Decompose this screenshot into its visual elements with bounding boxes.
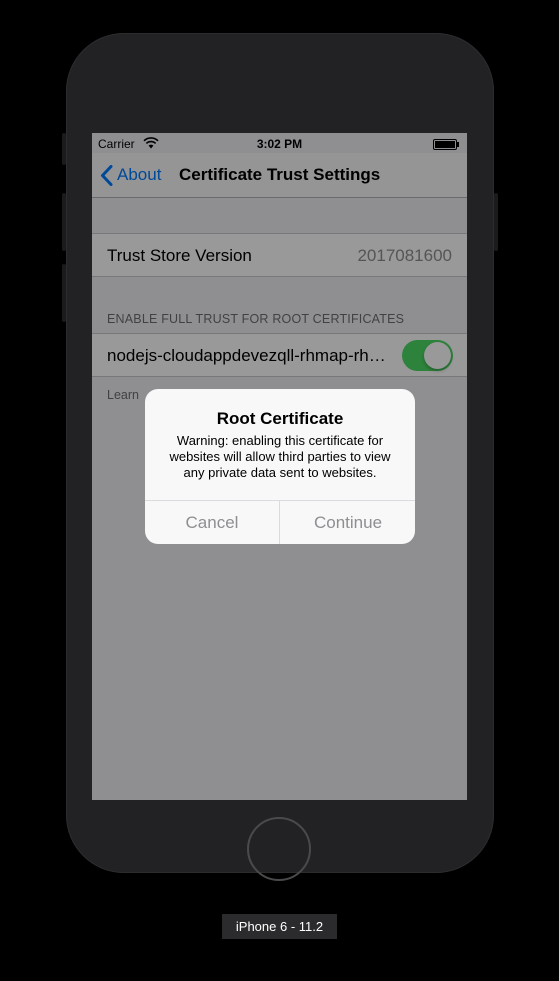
cancel-button[interactable]: Cancel (145, 501, 279, 544)
phone-screen: Carrier 3:02 PM About Certificate Trust … (92, 133, 467, 800)
root-certificate-alert: Root Certificate Warning: enabling this … (145, 389, 415, 544)
alert-message: Warning: enabling this certificate for w… (169, 433, 391, 480)
continue-button[interactable]: Continue (281, 501, 415, 544)
simulator-window: Carrier 3:02 PM About Certificate Trust … (0, 0, 559, 981)
power-button (494, 193, 498, 251)
alert-button-divider (279, 501, 280, 544)
alert-title: Root Certificate (216, 409, 344, 428)
device-label: iPhone 6 - 11.2 (222, 914, 337, 939)
home-button[interactable] (247, 817, 311, 881)
alert-actions: Cancel Continue (145, 500, 415, 544)
